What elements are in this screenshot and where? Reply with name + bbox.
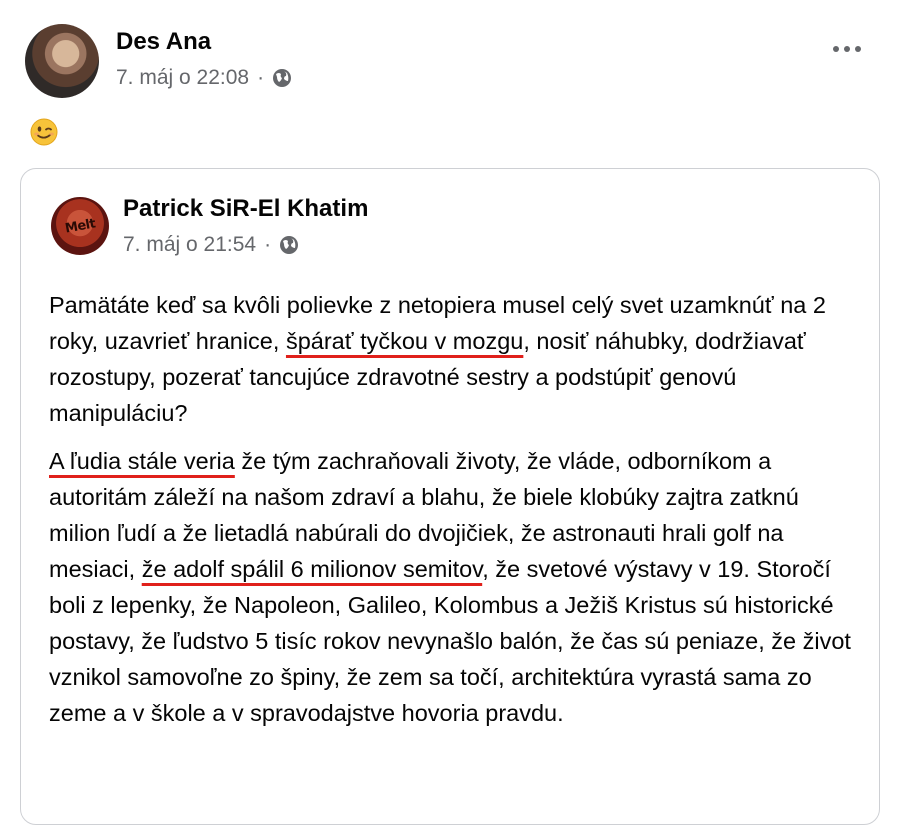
meta-separator: · [257, 66, 265, 89]
winking-face-icon [30, 118, 58, 146]
avatar-logo-text: Melt [63, 215, 97, 237]
paragraph-1: Pamätáte keď sa kvôli polievke z netopie… [49, 292, 826, 426]
underlined-phrase: že adolf spálil 6 milionov semitov [141, 556, 483, 582]
meta-separator: · [264, 233, 272, 256]
shared-post-card[interactable]: Melt Patrick SiR-El Khatim 7. máj o 21:5… [20, 168, 880, 825]
shared-post-timestamp[interactable]: 7. máj o 21:54 [123, 233, 256, 257]
post-timestamp[interactable]: 7. máj o 22:08 [116, 66, 249, 90]
paragraph-2: A ľudia stále veria že tým zachraňovali … [49, 448, 851, 726]
shared-post-meta: 7. máj o 21:54 · [123, 233, 299, 257]
more-horizontal-icon [833, 46, 839, 52]
shared-author-avatar[interactable]: Melt [51, 197, 109, 255]
globe-icon[interactable] [272, 68, 292, 88]
underlined-phrase: A ľudia stále veria [49, 448, 235, 474]
more-options-button[interactable] [833, 46, 861, 52]
post-meta: 7. máj o 22:08 · [116, 66, 292, 90]
author-avatar[interactable] [25, 24, 99, 98]
author-name[interactable]: Des Ana [116, 28, 211, 56]
shared-post-text: Pamätáte keď sa kvôli polievke z netopie… [49, 287, 859, 743]
underlined-phrase: špárať tyčkou v mozgu [285, 328, 524, 354]
shared-author-name[interactable]: Patrick SiR-El Khatim [123, 195, 368, 223]
facebook-post: Des Ana 7. máj o 22:08 · Melt Patrick Si… [0, 0, 899, 832]
globe-icon[interactable] [279, 235, 299, 255]
